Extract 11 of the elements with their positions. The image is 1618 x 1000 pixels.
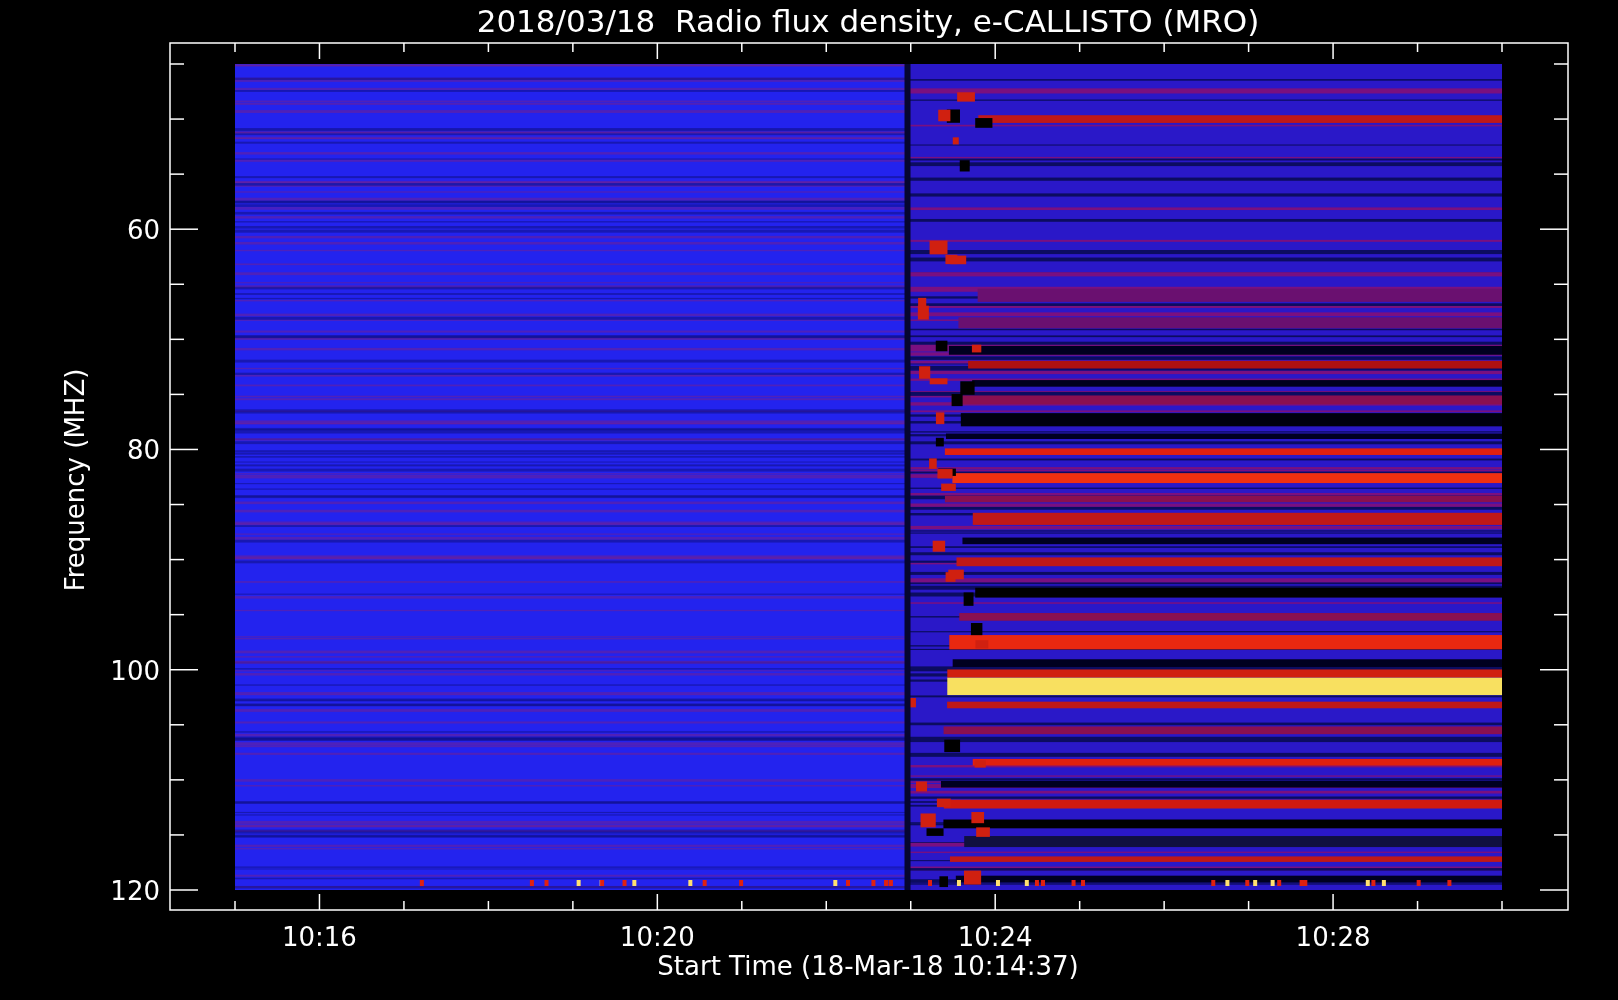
y-tick-label: 80: [126, 435, 160, 466]
y-tick-label: 60: [126, 215, 160, 246]
x-tick-label: 10:20: [619, 922, 695, 952]
y-axis-label: Frequency (MHZ): [60, 368, 90, 592]
x-tick-label: 10:16: [282, 922, 357, 952]
x-tick-label: 10:24: [957, 922, 1033, 952]
x-tick-label: 10:28: [1295, 922, 1371, 952]
x-axis-label: Start Time (18-Mar-18 10:14:37): [657, 951, 1079, 981]
y-tick-label: 120: [110, 876, 160, 906]
y-tick-label: 100: [110, 655, 160, 686]
chart-title: 2018/03/18 Radio flux density, e-CALLISTO (MRO): [476, 3, 1260, 39]
